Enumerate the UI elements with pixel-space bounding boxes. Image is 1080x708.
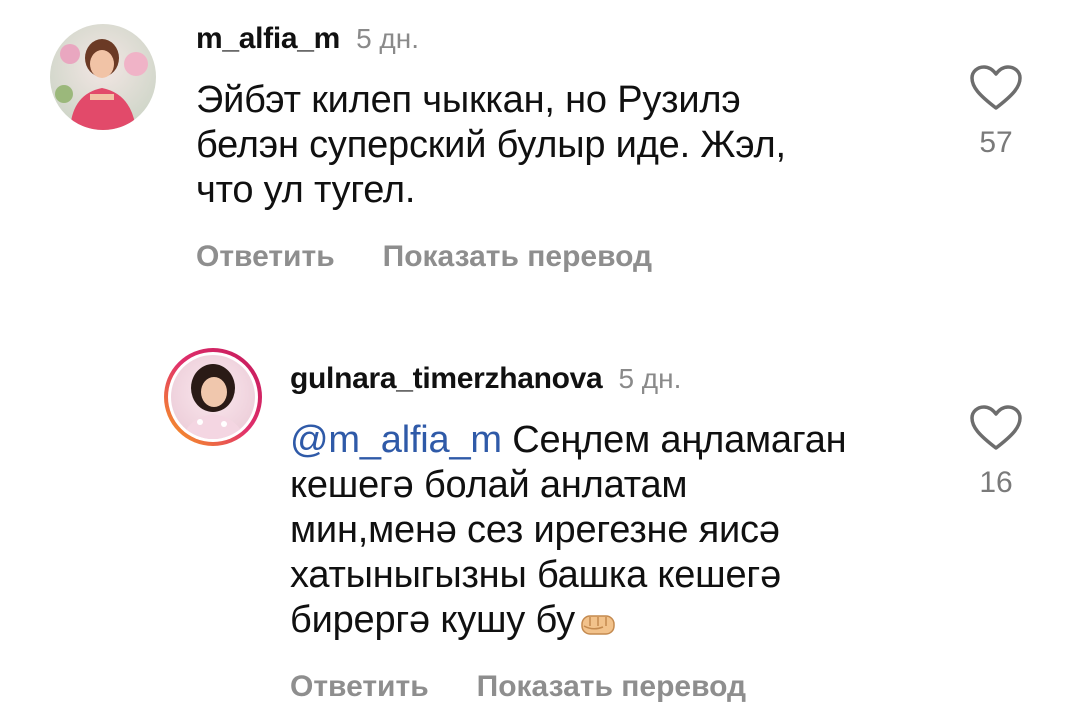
comment-line: Эйбэт килеп чыккан, но Рузилэ <box>196 79 741 121</box>
avatar[interactable] <box>50 24 156 130</box>
like-control: 16 <box>966 404 1026 500</box>
comment-text: Эйбэт килеп чыккан, но Рузилэ белэн супе… <box>196 78 916 213</box>
mention-link[interactable]: @m_alfia_m <box>290 419 502 461</box>
profile-photo-icon <box>50 24 156 130</box>
comment-username[interactable]: gulnara_timerzhanova <box>290 362 603 395</box>
comment-line: бирергә кушу бу <box>290 598 950 649</box>
comment-text: @m_alfia_m Сеңлем аңламаган кешегә болай… <box>290 418 950 649</box>
comment-username[interactable]: m_alfia_m <box>196 22 340 55</box>
comment-line-text: бирергә кушу бу <box>290 599 575 641</box>
comment-timestamp: 5 дн. <box>618 363 682 394</box>
heart-icon[interactable] <box>969 404 1023 452</box>
reply-button[interactable]: Ответить <box>290 670 429 703</box>
comment-line-text: Сеңлем аңламаган <box>501 419 847 461</box>
like-control: 57 <box>966 64 1026 160</box>
like-count: 16 <box>979 466 1013 499</box>
show-translation-button[interactable]: Показать перевод <box>477 670 746 703</box>
comment-line: @m_alfia_m Сеңлем аңламаган <box>290 418 950 463</box>
comment-line: мин,менә сез ирегезне яисә <box>290 509 780 551</box>
heart-icon[interactable] <box>969 64 1023 112</box>
comment-line: белэн суперский булыр иде. Жэл, <box>196 124 786 166</box>
profile-photo-story-ring-icon <box>164 348 262 446</box>
comment-line: что ул тугел. <box>196 169 416 211</box>
comment-timestamp: 5 дн. <box>356 23 419 54</box>
avatar[interactable] <box>162 346 264 448</box>
show-translation-button[interactable]: Показать перевод <box>383 240 652 273</box>
fist-emoji-icon <box>579 604 617 649</box>
reply-button[interactable]: Ответить <box>196 240 335 273</box>
like-count: 57 <box>979 126 1013 159</box>
comment-line: хатыныгызны башка кешегә <box>290 554 781 596</box>
comment-line: кешегә болай анлатам <box>290 464 688 506</box>
